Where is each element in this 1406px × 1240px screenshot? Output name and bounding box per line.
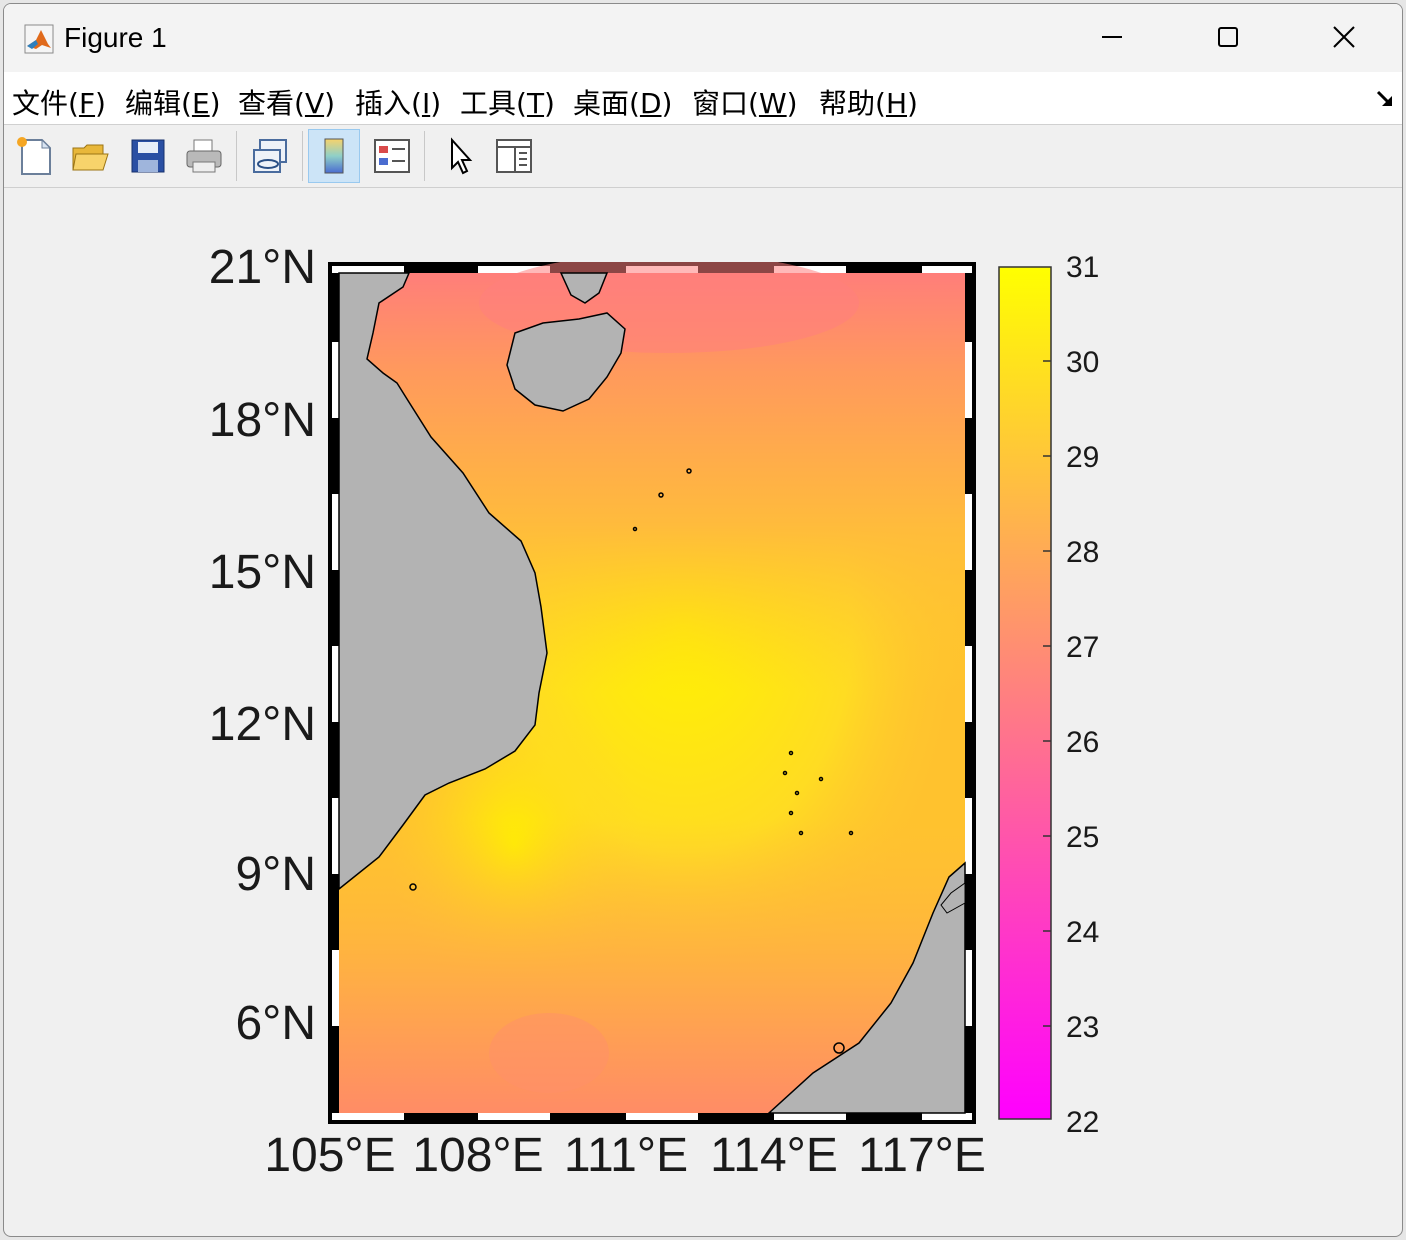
menu-window[interactable]: 窗口(W) xyxy=(692,82,798,122)
property-inspector-button[interactable] xyxy=(488,129,540,183)
close-button[interactable] xyxy=(1286,4,1402,70)
menu-view-key: V xyxy=(304,87,325,120)
menu-edit[interactable]: 编辑(E) xyxy=(125,82,221,122)
menu-edit-key: E xyxy=(191,87,210,120)
menu-view-suffix: ) xyxy=(324,87,336,120)
new-figure-button[interactable] xyxy=(8,129,60,183)
menu-insert-suffix: ) xyxy=(430,87,442,120)
menu-edit-label: 编辑( xyxy=(125,87,192,120)
menu-help-key: H xyxy=(885,87,907,120)
menu-insert-key: I xyxy=(421,87,431,120)
minimize-icon xyxy=(1102,36,1122,38)
menu-file[interactable]: 文件(F) xyxy=(12,82,106,122)
menu-tools-key: T xyxy=(526,87,545,120)
menu-bar: 文件(F) 编辑(E) 查看(V) 插入(I) 工具(T) 桌面(D) 窗口(W… xyxy=(4,72,1402,125)
matlab-icon xyxy=(24,24,54,54)
open-file-button[interactable] xyxy=(64,129,116,183)
insert-colorbar-button[interactable] xyxy=(308,129,360,183)
open-file-icon xyxy=(72,144,109,171)
menu-edit-suffix: ) xyxy=(209,87,221,120)
title-bar[interactable]: Figure 1 xyxy=(4,4,1402,72)
insert-legend-icon xyxy=(374,139,410,173)
close-icon xyxy=(1333,26,1355,48)
property-inspector-icon xyxy=(496,139,532,173)
save-icon xyxy=(131,139,165,173)
link-plot-button[interactable] xyxy=(244,129,296,183)
menu-help-label: 帮助( xyxy=(819,87,886,120)
insert-legend-button[interactable] xyxy=(366,129,418,183)
print-icon xyxy=(186,139,222,173)
menu-file-suffix: ) xyxy=(95,87,106,120)
menu-view[interactable]: 查看(V) xyxy=(238,82,335,122)
dock-arrow-icon[interactable] xyxy=(1376,90,1394,113)
menu-file-label: 文件( xyxy=(12,87,79,120)
menu-insert-label: 插入( xyxy=(355,87,422,120)
link-plot-icon xyxy=(253,139,287,173)
menu-tools-label: 工具( xyxy=(460,87,527,120)
edit-plot-button[interactable] xyxy=(434,129,486,183)
insert-colorbar-icon xyxy=(324,138,344,174)
menu-help[interactable]: 帮助(H) xyxy=(819,82,918,122)
toolbar xyxy=(4,125,1402,188)
menu-window-key: W xyxy=(758,87,787,120)
new-figure-icon xyxy=(17,137,52,175)
menu-desktop-label: 桌面( xyxy=(573,87,640,120)
menu-help-suffix: ) xyxy=(907,87,918,120)
menu-desktop-key: D xyxy=(639,87,662,120)
menu-window-suffix: ) xyxy=(786,87,798,120)
save-button[interactable] xyxy=(122,129,174,183)
menu-view-label: 查看( xyxy=(238,87,305,120)
window-title: Figure 1 xyxy=(64,22,167,53)
menu-insert[interactable]: 插入(I) xyxy=(355,82,441,122)
edit-plot-pointer-icon xyxy=(451,137,473,175)
maximize-button[interactable] xyxy=(1170,4,1286,70)
menu-file-key: F xyxy=(78,87,96,120)
menu-tools-suffix: ) xyxy=(544,87,555,120)
menu-desktop[interactable]: 桌面(D) xyxy=(573,82,672,122)
menu-tools[interactable]: 工具(T) xyxy=(460,82,555,122)
minimize-button[interactable] xyxy=(1054,4,1170,70)
print-button[interactable] xyxy=(178,129,230,183)
menu-window-label: 窗口( xyxy=(692,87,759,120)
maximize-icon xyxy=(1218,27,1238,47)
figure-window: Figure 1 文件(F) 编辑(E) 查看(V) 插入(I) 工具(T) 桌… xyxy=(3,3,1403,1237)
menu-desktop-suffix: ) xyxy=(661,87,673,120)
